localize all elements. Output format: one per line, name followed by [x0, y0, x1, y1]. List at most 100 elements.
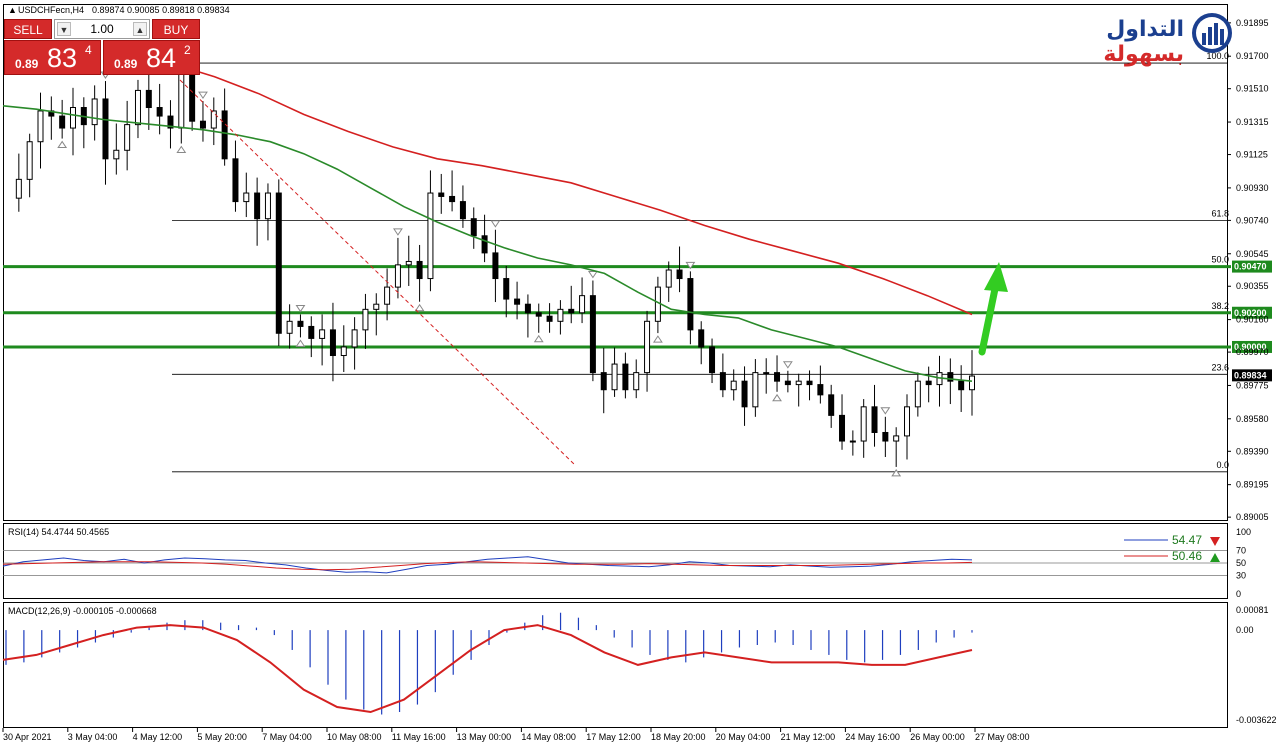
candle-body [15, 178, 22, 199]
time-tick-label: 20 May 04:00 [716, 732, 771, 742]
chart-canvas: ▲ USDCHFecn,H4 0.89874 0.90085 0.89818 0… [2, 4, 1276, 742]
symbol-label: USDCHFecn,H4 [18, 5, 84, 15]
sell-quote-prefix: 0.89 [15, 57, 39, 71]
candle-body [817, 384, 824, 396]
price-tick-label: 0.91510 [1236, 84, 1269, 94]
candle-body [568, 308, 575, 314]
candle-body [373, 303, 380, 310]
price-tick-label: 0.91700 [1236, 51, 1269, 61]
candle-body [69, 107, 76, 129]
price-tick-label: 0.89195 [1236, 480, 1269, 490]
rsi-scale-label: 100 [1236, 527, 1251, 537]
candle-body [189, 72, 196, 122]
price-tick-label: 0.90355 [1236, 281, 1269, 291]
candle-body [795, 380, 802, 386]
candle-body [503, 278, 510, 300]
macd-title: MACD(12,26,9) -0.000105 -0.000668 [8, 606, 157, 616]
time-tick-label: 5 May 20:00 [197, 732, 247, 742]
time-tick-label: 30 Apr 2021 [3, 732, 52, 742]
lot-decrease-icon[interactable]: ▼ [57, 22, 71, 36]
candle-body [394, 264, 401, 288]
time-axis: 30 Apr 2021 3 May 04:00 4 May 12:00 5 May 2… [2, 728, 1030, 742]
candle-body [958, 380, 965, 391]
candle-body [849, 440, 856, 443]
candle-body [535, 312, 542, 317]
time-tick-label: 10 May 08:00 [327, 732, 382, 742]
rsi-scale-label: 50 [1236, 558, 1246, 568]
candle-body [514, 298, 521, 305]
price-tick-label: 0.90930 [1236, 183, 1269, 193]
time-tick-label: 3 May 04:00 [68, 732, 118, 742]
candle-body [611, 363, 618, 391]
rsi-signal-value-label: 50.46 [1172, 549, 1202, 563]
time-tick-label: 7 May 04:00 [262, 732, 312, 742]
candle-body [449, 195, 456, 203]
buy-quote-pips: 84 [146, 43, 177, 73]
candle-body [622, 363, 629, 391]
lot-increase-icon[interactable]: ▲ [133, 22, 147, 36]
candle-body [774, 372, 781, 382]
candle-body [828, 394, 835, 416]
candle [275, 179, 282, 346]
candle-body [102, 98, 109, 160]
one-click-trade-panel: SELL ▼ 1.00 ▲ BUY 0.89 83 4 0.89 84 2 [4, 19, 200, 75]
price-tick-label: 0.89005 [1236, 512, 1269, 522]
candle-body [59, 115, 66, 129]
price-tick-label: 0.89775 [1236, 380, 1269, 390]
candle-body [145, 89, 152, 109]
candle-body [37, 110, 44, 143]
candle-body [286, 320, 293, 334]
buy-button[interactable]: BUY [152, 19, 200, 39]
candle-body [113, 149, 120, 160]
candle-body [893, 435, 900, 442]
logo-text-easily: بسهولة [1103, 42, 1184, 67]
lot-size-input[interactable]: ▼ 1.00 ▲ [54, 19, 150, 39]
macd-scale-label: 0.00 [1236, 625, 1254, 635]
fib-label: 38.2 [1211, 301, 1229, 311]
sell-button[interactable]: SELL [4, 19, 52, 39]
sell-quote-pips: 83 [47, 43, 78, 73]
candle-body [524, 303, 531, 314]
candle-body [914, 380, 921, 408]
candle-body [719, 372, 726, 391]
lot-value: 1.00 [90, 22, 114, 36]
candle-body [308, 325, 315, 339]
level-price-label: 0.90470 [1234, 262, 1267, 272]
fib-label: 61.8 [1211, 208, 1229, 218]
candle-body [925, 380, 932, 386]
sell-quote[interactable]: 0.89 83 4 [4, 40, 101, 75]
candle-body [459, 201, 466, 220]
current-price-label: 0.89834 [1234, 370, 1267, 380]
logo-text-trading: التداول [1106, 17, 1184, 42]
candle-body [275, 192, 282, 334]
candle-body [264, 192, 271, 220]
candle-body [156, 107, 163, 117]
candle-body [481, 235, 488, 254]
buy-quote[interactable]: 0.89 84 2 [103, 40, 200, 75]
candle-body [741, 380, 748, 408]
time-tick-label: 21 May 12:00 [781, 732, 836, 742]
candle-body [806, 380, 813, 386]
candle-body [546, 315, 553, 322]
time-tick-label: 27 May 08:00 [975, 732, 1030, 742]
macd-panel [3, 602, 1228, 728]
candle-body [91, 98, 98, 126]
candle-body [297, 320, 304, 327]
price-tick-label: 0.90740 [1236, 215, 1269, 225]
candle-body [210, 110, 217, 129]
candle-body [319, 329, 326, 339]
time-tick-label: 18 May 20:00 [651, 732, 706, 742]
buy-quote-prefix: 0.89 [114, 57, 138, 71]
time-tick-label: 14 May 08:00 [521, 732, 576, 742]
candle-body [969, 375, 975, 391]
candle-body [557, 308, 564, 322]
price-tick-label: 0.90160 [1236, 315, 1269, 325]
candle-body [221, 110, 228, 160]
buy-quote-fraction: 2 [184, 43, 191, 57]
symbol-triangle-icon: ▲ [8, 5, 17, 15]
candle-body [232, 158, 239, 203]
candle-body [124, 124, 131, 151]
price-tick-label: 0.91315 [1236, 117, 1269, 127]
candle-body [199, 120, 206, 129]
fib-label: 50.0 [1211, 255, 1229, 265]
